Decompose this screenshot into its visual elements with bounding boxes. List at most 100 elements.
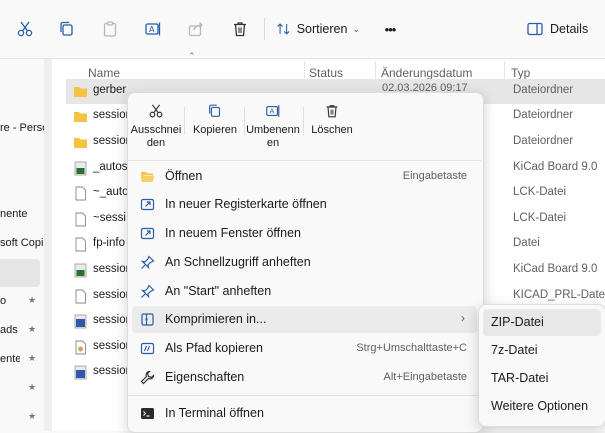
share-icon xyxy=(188,22,203,37)
menu-item-shortcut: Eingabetaste xyxy=(402,170,467,182)
sort-label: Sortieren xyxy=(296,22,348,36)
copy-icon xyxy=(60,21,73,36)
kicad-board-icon xyxy=(74,263,87,278)
copy-path-icon xyxy=(140,342,155,355)
menu-item-pin-quick-access[interactable]: An Schnellzugriff anheften xyxy=(132,249,477,276)
file-type: KiCad Board 9.0 xyxy=(513,263,598,275)
pin-icon: ★ xyxy=(28,382,37,392)
rename-icon: A xyxy=(266,105,280,117)
pin-icon xyxy=(140,284,155,299)
rename-button[interactable]: A xyxy=(140,14,166,44)
more-options-button[interactable]: ••• xyxy=(374,14,406,44)
rename-icon: A xyxy=(145,22,161,36)
file-name: gerber xyxy=(93,84,127,96)
file-icon xyxy=(75,186,86,201)
submenu-item-tar[interactable]: TAR-Datei xyxy=(483,365,601,392)
cut-button[interactable] xyxy=(12,14,38,44)
menu-item-open-new-window[interactable]: In neuem Fenster öffnen xyxy=(132,220,477,247)
file-icon xyxy=(75,212,86,227)
submenu-item-zip[interactable]: ZIP-Datei xyxy=(483,309,601,336)
details-label: Details xyxy=(550,22,589,36)
svg-text:A: A xyxy=(149,25,155,34)
menu-item-compress[interactable]: Komprimieren in... › xyxy=(132,306,477,333)
folder-icon xyxy=(74,87,87,97)
file-type: KICAD_PRL-Datei xyxy=(513,289,605,301)
chevron-down-icon: ⌄ xyxy=(352,23,360,34)
submenu-item-label: Weitere Optionen xyxy=(491,399,589,413)
menu-item-label: Komprimieren in... xyxy=(165,312,267,326)
sort-button[interactable]: Sortieren ⌄ xyxy=(276,14,360,44)
folder-icon xyxy=(74,138,87,148)
menu-item-label: Eigenschaften xyxy=(165,370,245,384)
cut-action[interactable]: Ausschneiden xyxy=(130,101,182,159)
menu-item-properties[interactable]: Eigenschaften Alt+Eingabetaste xyxy=(132,364,477,391)
copy-action[interactable]: Kopieren xyxy=(188,101,242,159)
nav-item[interactable]: re - Perso xyxy=(0,122,44,134)
new-tab-icon xyxy=(140,198,155,211)
nav-scrollbar[interactable] xyxy=(44,59,52,431)
share-button[interactable] xyxy=(183,14,209,44)
terminal-icon xyxy=(141,408,154,419)
menu-item-pin-start[interactable]: An "Start" anheften xyxy=(132,278,477,305)
nav-item[interactable]: nente xyxy=(0,208,40,220)
cut-icon xyxy=(149,104,163,118)
rename-action[interactable]: A Umbenennen xyxy=(245,101,301,159)
sort-indicator-icon: ⌃ xyxy=(188,51,196,61)
chevron-right-icon: › xyxy=(461,311,465,325)
menu-item-label: An "Start" anheften xyxy=(165,284,272,298)
menu-item-label: Öffnen xyxy=(165,169,203,183)
menu-item-label: An Schnellzugriff anheften xyxy=(165,255,311,269)
kicad-project-icon xyxy=(74,365,87,380)
menu-item-shortcut: Strg+Umschalttaste+C xyxy=(356,342,467,354)
submenu-item-more-options[interactable]: Weitere Optionen xyxy=(483,393,601,420)
delete-button[interactable] xyxy=(227,14,253,44)
file-name: fp-info xyxy=(93,237,125,249)
delete-action-label: Löschen xyxy=(311,124,353,136)
quick-action-separator xyxy=(303,107,304,135)
kicad-board-icon xyxy=(74,161,87,176)
pin-icon: ★ xyxy=(28,411,37,421)
archive-icon xyxy=(141,313,154,326)
copy-action-label: Kopieren xyxy=(192,124,238,136)
file-name: ~sessi xyxy=(93,212,126,224)
submenu-item-7z[interactable]: 7z-Datei xyxy=(483,337,601,364)
details-button[interactable]: Details xyxy=(526,14,596,44)
menu-item-shortcut: Alt+Eingabetaste xyxy=(383,371,467,383)
cut-icon xyxy=(17,21,33,37)
paste-button[interactable] xyxy=(97,14,123,44)
menu-item-open[interactable]: Öffnen Eingabetaste xyxy=(132,163,477,190)
wrench-icon xyxy=(140,370,155,385)
file-icon xyxy=(75,237,86,252)
folder-open-icon xyxy=(141,172,155,182)
trash-icon xyxy=(326,105,338,118)
file-type: Dateiordner xyxy=(513,135,574,147)
menu-divider xyxy=(128,160,481,161)
kicad-project-icon xyxy=(74,314,87,329)
delete-action[interactable]: Löschen xyxy=(306,101,358,159)
nav-item[interactable]: ads xyxy=(0,324,20,336)
context-menu: Ausschneiden Kopieren A Umbenennen Lösch… xyxy=(127,92,484,433)
copy-button[interactable] xyxy=(54,14,80,44)
pin-icon: ★ xyxy=(28,295,37,305)
cut-action-label: Ausschneiden xyxy=(130,124,182,149)
menu-item-open-new-tab[interactable]: In neuer Registerkarte öffnen xyxy=(132,191,477,218)
svg-text:A: A xyxy=(269,107,274,116)
new-window-icon xyxy=(140,227,155,240)
file-type: Datei xyxy=(513,237,540,249)
file-icon xyxy=(75,340,86,355)
menu-item-label: In Terminal öffnen xyxy=(165,406,264,420)
nav-item[interactable]: soft Copi xyxy=(0,237,44,249)
pin-icon: ★ xyxy=(28,324,37,334)
menu-item-open-terminal[interactable]: In Terminal öffnen xyxy=(132,400,477,427)
menu-item-label: In neuem Fenster öffnen xyxy=(165,226,301,240)
rename-action-label: Umbenennen xyxy=(246,124,300,149)
pin-icon xyxy=(140,255,155,270)
menu-item-label: In neuer Registerkarte öffnen xyxy=(165,197,327,211)
folder-icon xyxy=(74,112,87,122)
command-bar: A Sortieren ⌄ ••• Details xyxy=(0,0,605,59)
nav-selection-highlight xyxy=(0,259,40,287)
menu-item-label: Als Pfad kopieren xyxy=(165,341,263,355)
menu-item-copy-path[interactable]: Als Pfad kopieren Strg+Umschalttaste+C xyxy=(132,335,477,362)
nav-item[interactable]: o xyxy=(0,295,20,307)
nav-item[interactable]: ente xyxy=(0,353,20,365)
